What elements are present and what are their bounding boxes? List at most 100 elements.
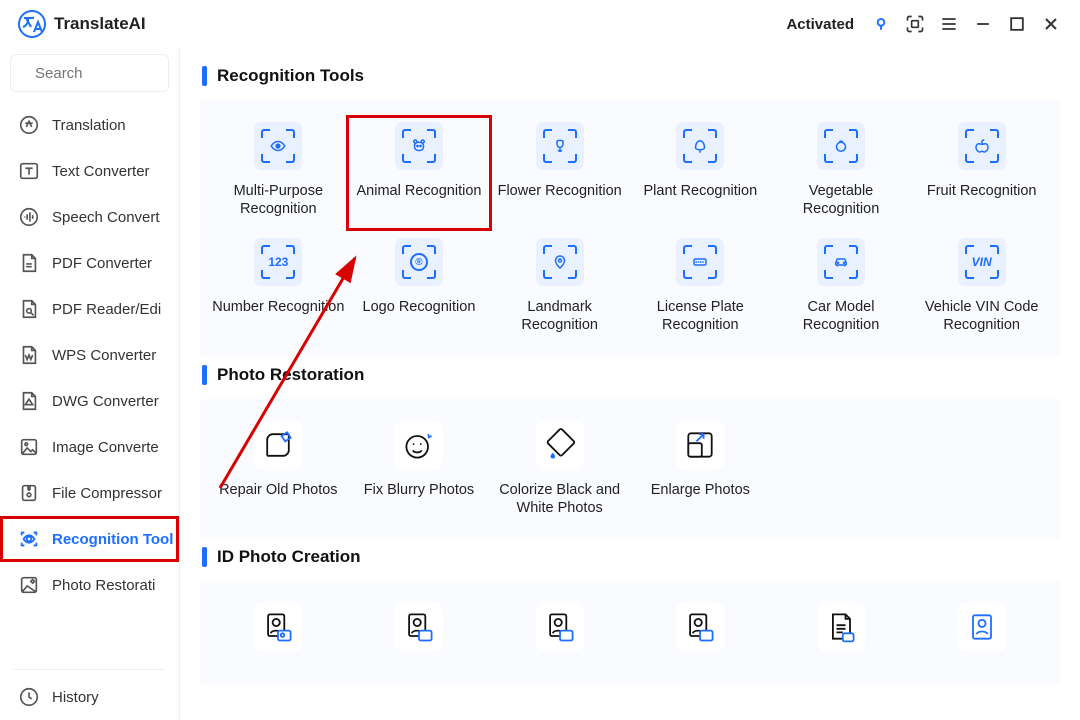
enlarge-icon <box>676 421 724 469</box>
section-title-idphoto: ID Photo Creation <box>202 547 1060 567</box>
sidebar-item-history[interactable]: History <box>0 674 179 720</box>
sidebar-item-label: Speech Convert <box>52 209 160 226</box>
tool-label: Animal Recognition <box>357 182 482 200</box>
tool-label: Plant Recognition <box>643 182 757 200</box>
id-photo-icon <box>536 603 584 651</box>
restoration-tools-panel: Repair Old Photos Fix Blurry Photos Colo… <box>200 399 1060 539</box>
tool-label: Multi-Purpose Recognition <box>212 182 345 218</box>
tool-id-photo-2[interactable] <box>349 599 490 673</box>
sidebar: Translation Text Converter Speech Conver… <box>0 48 180 720</box>
tool-label: Flower Recognition <box>498 182 622 200</box>
id-photo-icon <box>676 603 724 651</box>
tool-multi-purpose-recognition[interactable]: Multi-Purpose Recognition <box>208 118 349 228</box>
close-button[interactable] <box>1034 7 1068 41</box>
sidebar-item-label: Image Converte <box>52 439 159 456</box>
plant-scan-icon <box>676 122 724 170</box>
minimize-button[interactable] <box>966 7 1000 41</box>
tool-fix-blurry-photos[interactable]: Fix Blurry Photos <box>349 417 490 527</box>
id-document-icon <box>817 603 865 651</box>
section-title-recognition: Recognition Tools <box>202 66 1060 86</box>
tool-animal-recognition[interactable]: Animal Recognition <box>349 118 490 228</box>
car-scan-icon <box>817 238 865 286</box>
tool-label: Number Recognition <box>212 298 344 316</box>
sidebar-item-label: PDF Reader/Edi <box>52 301 161 318</box>
sidebar-item-recognition-tool[interactable]: Recognition Tool <box>0 516 179 562</box>
sidebar-item-label: File Compressor <box>52 485 162 502</box>
vin-scan-icon: VIN <box>958 238 1006 286</box>
sidebar-item-translation[interactable]: Translation <box>0 102 179 148</box>
tool-id-photo-3[interactable] <box>489 599 630 673</box>
sidebar-item-photo-restoration[interactable]: Photo Restorati <box>0 562 179 608</box>
tool-id-photo-1[interactable] <box>208 599 349 673</box>
tool-landmark-recognition[interactable]: Landmark Recognition <box>489 234 630 344</box>
flower-scan-icon <box>536 122 584 170</box>
app-logo: TranslateAI <box>18 10 146 38</box>
tool-label: Enlarge Photos <box>651 481 750 499</box>
sidebar-item-pdf-reader[interactable]: PDF Reader/Edi <box>0 286 179 332</box>
vegetable-scan-icon <box>817 122 865 170</box>
sidebar-item-label: History <box>52 689 99 706</box>
tool-car-model-recognition[interactable]: Car Model Recognition <box>771 234 912 344</box>
sidebar-item-label: DWG Converter <box>52 393 159 410</box>
tool-label: Landmark Recognition <box>493 298 626 334</box>
tool-label: Logo Recognition <box>363 298 476 316</box>
colorize-icon <box>536 421 584 469</box>
menu-icon[interactable] <box>932 7 966 41</box>
search-box[interactable] <box>10 54 169 92</box>
sidebar-list: Translation Text Converter Speech Conver… <box>0 102 179 665</box>
sidebar-item-dwg-converter[interactable]: DWG Converter <box>0 378 179 424</box>
tool-license-plate-recognition[interactable]: License Plate Recognition <box>630 234 771 344</box>
sidebar-item-text-converter[interactable]: Text Converter <box>0 148 179 194</box>
tool-colorize-photos[interactable]: Colorize Black and White Photos <box>489 417 630 527</box>
sidebar-item-wps-converter[interactable]: WPS Converter <box>0 332 179 378</box>
tool-label: Fix Blurry Photos <box>364 481 474 499</box>
title-bar: TranslateAI Activated <box>0 0 1080 48</box>
sidebar-item-label: PDF Converter <box>52 255 152 272</box>
plate-scan-icon <box>676 238 724 286</box>
eye-scan-icon <box>254 122 302 170</box>
tool-label: License Plate Recognition <box>634 298 767 334</box>
tool-label: Fruit Recognition <box>927 182 1037 200</box>
activation-status: Activated <box>786 16 854 33</box>
tool-label: Repair Old Photos <box>219 481 337 499</box>
maximize-button[interactable] <box>1000 7 1034 41</box>
sidebar-item-label: Photo Restorati <box>52 577 155 594</box>
app-name: TranslateAI <box>54 14 146 34</box>
sidebar-item-image-converter[interactable]: Image Converte <box>0 424 179 470</box>
tool-fruit-recognition[interactable]: Fruit Recognition <box>911 118 1052 228</box>
tool-vin-recognition[interactable]: VIN Vehicle VIN Code Recognition <box>911 234 1052 344</box>
tool-logo-recognition[interactable]: ® Logo Recognition <box>349 234 490 344</box>
fix-blurry-icon <box>395 421 443 469</box>
tool-id-photo-6[interactable] <box>911 599 1052 673</box>
tool-flower-recognition[interactable]: Flower Recognition <box>489 118 630 228</box>
scan-icon[interactable] <box>898 7 932 41</box>
tool-repair-old-photos[interactable]: Repair Old Photos <box>208 417 349 527</box>
recognition-tools-panel: Multi-Purpose Recognition Animal Recogni… <box>200 100 1060 357</box>
sidebar-item-pdf-converter[interactable]: PDF Converter <box>0 240 179 286</box>
tool-label: Vegetable Recognition <box>775 182 908 218</box>
sidebar-item-speech-convert[interactable]: Speech Convert <box>0 194 179 240</box>
tool-number-recognition[interactable]: 123 Number Recognition <box>208 234 349 344</box>
logo-icon <box>18 10 46 38</box>
sidebar-item-label: WPS Converter <box>52 347 156 364</box>
id-photo-icon <box>958 603 1006 651</box>
tool-plant-recognition[interactable]: Plant Recognition <box>630 118 771 228</box>
tool-label: Colorize Black and White Photos <box>493 481 626 517</box>
fruit-scan-icon <box>958 122 1006 170</box>
tool-id-photo-5[interactable] <box>771 599 912 673</box>
tool-id-photo-4[interactable] <box>630 599 771 673</box>
id-photo-icon <box>395 603 443 651</box>
sidebar-item-label: Translation <box>52 117 126 134</box>
idphoto-tools-panel <box>200 581 1060 685</box>
sidebar-item-label: Recognition Tool <box>52 531 173 548</box>
landmark-scan-icon <box>536 238 584 286</box>
sidebar-item-label: Text Converter <box>52 163 150 180</box>
tool-label: Vehicle VIN Code Recognition <box>915 298 1048 334</box>
sidebar-divider <box>14 669 165 670</box>
sidebar-item-file-compressor[interactable]: File Compressor <box>0 470 179 516</box>
tool-vegetable-recognition[interactable]: Vegetable Recognition <box>771 118 912 228</box>
keyhole-icon[interactable] <box>864 7 898 41</box>
tool-label: Car Model Recognition <box>775 298 908 334</box>
animal-scan-icon <box>395 122 443 170</box>
tool-enlarge-photos[interactable]: Enlarge Photos <box>630 417 771 527</box>
